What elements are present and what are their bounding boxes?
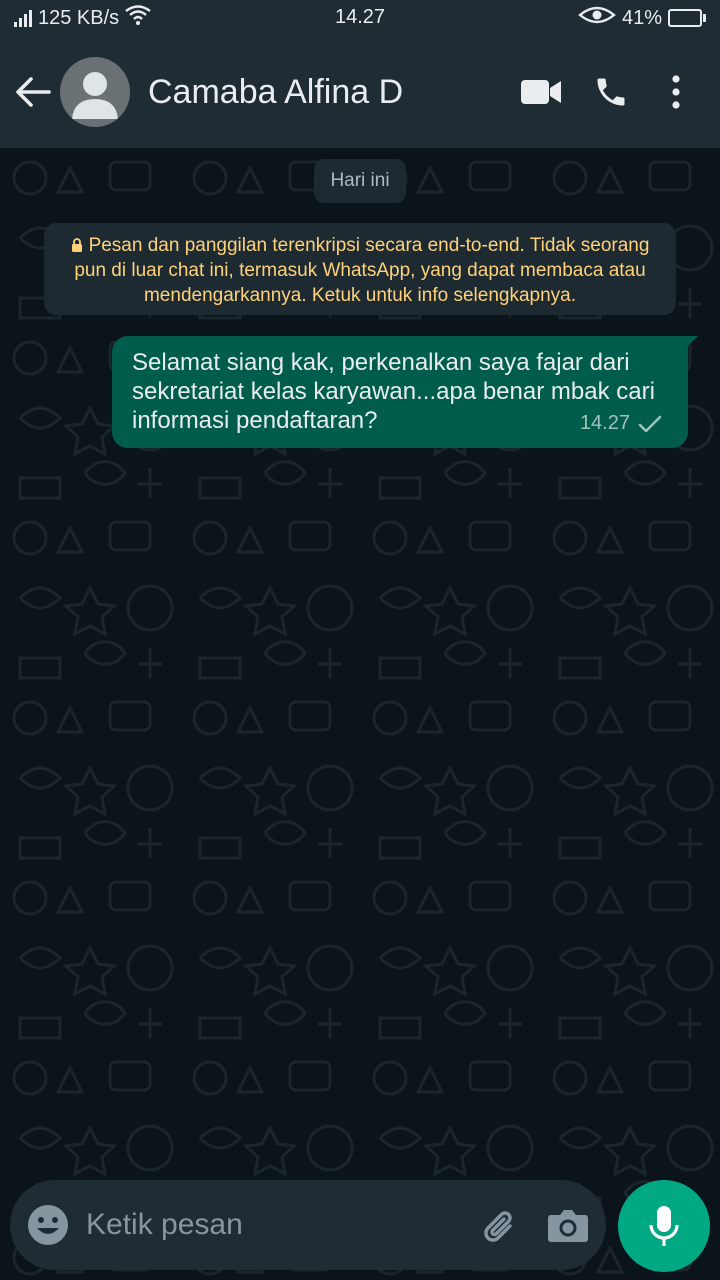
mic-button[interactable] [618,1180,710,1272]
more-vertical-icon[interactable] [646,36,706,148]
chat-area[interactable]: Hari ini Pesan dan panggilan terenkripsi… [0,148,720,1280]
doodle-wallpaper [0,148,720,1280]
chat-header: Camaba Alfina D [0,36,720,148]
emoji-icon[interactable] [10,1180,86,1270]
wifi-icon [125,5,151,31]
bubble-tail [684,336,698,350]
network-speed: 125 KB/s [38,6,120,29]
date-divider: Hari ini [314,159,406,203]
back-arrow-icon[interactable] [6,36,60,148]
battery-percent: 41% [621,6,662,29]
composer-bar [10,1180,606,1270]
signal-icon [14,9,32,27]
encryption-notice[interactable]: Pesan dan panggilan terenkripsi secara e… [44,223,676,315]
message-input[interactable] [86,1195,473,1255]
status-left: 125 KB/s [14,5,151,31]
battery-icon [668,9,706,27]
attach-icon[interactable] [472,1180,530,1270]
camera-icon[interactable] [530,1180,606,1270]
outgoing-message[interactable]: Selamat siang kak, perkenalkan saya faja… [112,336,698,448]
status-right: 41% [578,5,706,31]
message-meta: 14.27 [580,409,662,438]
contact-name[interactable]: Camaba Alfina D [148,73,506,112]
single-check-icon [638,415,662,432]
lock-icon [71,238,82,252]
message-text: Selamat siang kak, perkenalkan saya faja… [132,349,655,434]
encryption-notice-text: Pesan dan panggilan terenkripsi secara e… [74,235,650,306]
status-bar: 125 KB/s 14.27 41% [0,0,720,36]
avatar-icon[interactable] [60,57,130,127]
video-call-icon[interactable] [506,36,576,148]
message-time: 14.27 [579,412,630,434]
mic-icon [649,1206,679,1246]
phone-call-icon[interactable] [576,36,646,148]
eye-icon [578,5,616,31]
